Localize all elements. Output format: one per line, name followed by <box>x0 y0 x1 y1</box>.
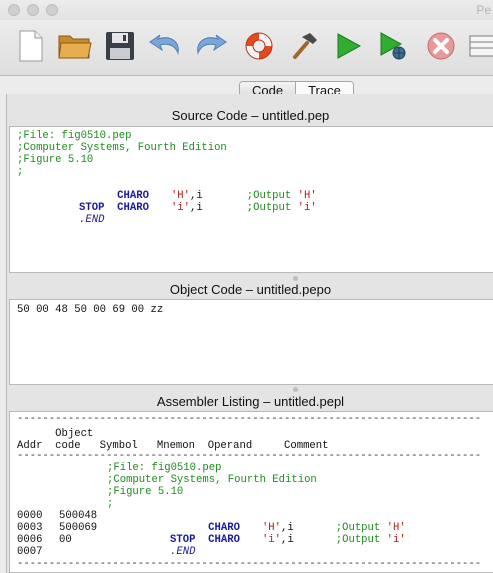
list-menu-icon <box>469 35 493 57</box>
assembler-listing-view[interactable]: ----------------------------------------… <box>9 411 493 573</box>
listing-separator: ----------------------------------------… <box>17 450 482 462</box>
listing-comment-line: ;File: fig0510.pep <box>107 462 222 474</box>
mnemonic: CHARO <box>208 534 240 546</box>
object-code-editor[interactable]: 50 00 48 50 00 69 00 zz <box>9 299 493 385</box>
editor-area: Source Code – untitled.pep ;File: fig051… <box>6 94 493 573</box>
redo-button[interactable] <box>192 27 230 65</box>
redo-icon <box>197 34 227 55</box>
comment-char: 'i' <box>297 202 317 214</box>
listing-comment-line: ;Figure 5.10 <box>107 486 184 498</box>
listing-separator: ----------------------------------------… <box>17 413 482 425</box>
listing-header-row: Object <box>17 428 94 440</box>
undo-icon <box>149 34 179 55</box>
listing-directive-end: .END <box>170 546 196 558</box>
source-comment-line: ;Computer Systems, Fourth Edition <box>17 142 227 154</box>
object-code-text: 50 00 48 50 00 69 00 zz <box>17 304 164 316</box>
source-pane-title: Source Code – untitled.pep <box>171 108 330 123</box>
comment-prefix: ;Output <box>335 534 387 546</box>
zoom-window-button[interactable] <box>46 4 58 16</box>
open-button[interactable] <box>56 27 94 65</box>
operand-mode: ,i <box>281 534 294 546</box>
window-title-bar: Pe <box>0 0 493 20</box>
listing-object-code: 500048 <box>59 510 98 522</box>
listing-comment-line: ; <box>107 498 114 510</box>
listing-instruction: CHARO'i',i ;Output 'i' <box>170 522 406 558</box>
open-folder-icon <box>58 35 92 59</box>
save-icon <box>106 32 134 60</box>
source-comment-line: ;Figure 5.10 <box>17 154 94 166</box>
help-lifebuoy-icon <box>245 32 273 60</box>
listing-object-code: 500069 <box>59 522 98 534</box>
stop-button[interactable] <box>422 27 460 65</box>
source-comment-line: ; <box>17 166 24 178</box>
listing-addr: 0006 <box>17 534 43 546</box>
operand-mode: ,i <box>190 202 203 214</box>
build-button[interactable] <box>285 27 323 65</box>
debug-run-icon <box>380 32 406 60</box>
comment-char: 'i' <box>386 534 406 546</box>
listing-addr: 0000 <box>17 510 43 522</box>
source-mnemonic-stop: STOP <box>79 202 105 214</box>
source-instruction-row: CHARO'i',i ;Output 'i' <box>79 190 317 226</box>
source-comment-line: ;File: fig0510.pep <box>17 130 132 142</box>
run-icon <box>337 33 362 59</box>
listing-separator: ----------------------------------------… <box>17 558 482 570</box>
object-pane-title: Object Code – untitled.pepo <box>169 282 332 297</box>
operand-char: 'i' <box>261 534 282 546</box>
undo-button[interactable] <box>146 27 184 65</box>
listing-addr: 0003 <box>17 522 43 534</box>
listing-comment-line: ;Computer Systems, Fourth Edition <box>107 474 317 486</box>
listing-object-code: 00 <box>59 534 72 546</box>
close-window-button[interactable] <box>8 4 20 16</box>
new-button[interactable] <box>12 27 50 65</box>
listing-addr: 0007 <box>17 546 43 558</box>
toolbar <box>0 20 493 76</box>
menu-button[interactable] <box>466 27 493 65</box>
help-button[interactable] <box>240 27 278 65</box>
mnemonic: CHARO <box>117 202 149 214</box>
source-code-editor[interactable]: ;File: fig0510.pep ;Computer Systems, Fo… <box>9 126 493 273</box>
source-directive-end: .END <box>79 214 105 226</box>
build-hammer-icon <box>293 33 317 59</box>
run-button[interactable] <box>329 27 367 65</box>
new-icon <box>19 30 43 62</box>
debug-button[interactable] <box>374 27 412 65</box>
listing-pane-title: Assembler Listing – untitled.pepl <box>156 394 345 409</box>
listing-mnemonic-stop: STOP <box>170 534 196 546</box>
stop-icon <box>427 32 455 60</box>
comment-prefix: ;Output <box>246 202 298 214</box>
operand-char: 'i' <box>170 202 191 214</box>
minimize-window-button[interactable] <box>27 4 39 16</box>
save-button[interactable] <box>101 27 139 65</box>
window-title: Pe <box>476 3 491 17</box>
